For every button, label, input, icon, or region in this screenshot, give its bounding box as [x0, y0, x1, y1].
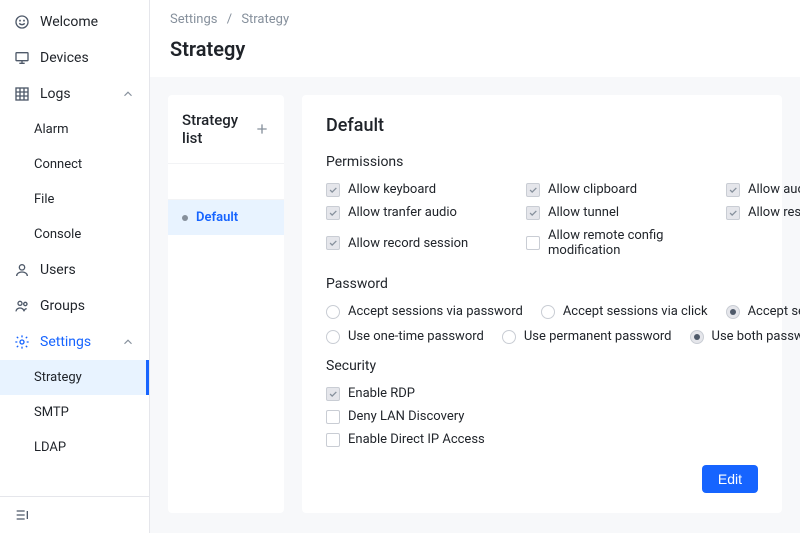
- accept-via-both[interactable]: Accept sessions via both: [726, 304, 800, 319]
- checkbox-icon: [326, 236, 340, 250]
- sec-enable-rdp[interactable]: Enable RDP: [326, 386, 758, 401]
- perm-allow-clipboard[interactable]: Allow clipboard: [526, 182, 706, 197]
- strategy-list-item[interactable]: Default: [168, 200, 284, 235]
- sidebar-item-console[interactable]: Console: [0, 217, 149, 252]
- edit-button[interactable]: Edit: [702, 465, 758, 493]
- sidebar-item-settings[interactable]: Settings: [0, 324, 149, 360]
- checkbox-icon: [326, 183, 340, 197]
- strategy-detail-panel: Default Permissions Allow keyboard Allow…: [302, 95, 782, 513]
- breadcrumb: Settings / Strategy: [150, 0, 800, 27]
- radio-icon: [326, 305, 340, 319]
- accept-via-password[interactable]: Accept sessions via password: [326, 304, 523, 319]
- strategy-list-title: Strategy list: [182, 111, 254, 147]
- radio-icon: [502, 330, 516, 344]
- accept-via-click[interactable]: Accept sessions via click: [541, 304, 708, 319]
- monitor-icon: [14, 50, 30, 66]
- sidebar-label: LDAP: [34, 440, 66, 455]
- checkbox-icon: [526, 206, 540, 220]
- breadcrumb-settings[interactable]: Settings: [170, 12, 217, 27]
- checkbox-icon: [326, 387, 340, 401]
- sidebar-label: SMTP: [34, 405, 69, 420]
- sidebar-label: Settings: [40, 334, 91, 350]
- radio-icon: [690, 330, 704, 344]
- grid-icon: [14, 86, 30, 102]
- collapse-icon: [14, 507, 30, 523]
- sidebar-label: Strategy: [34, 370, 82, 385]
- section-permissions-label: Permissions: [326, 154, 758, 170]
- sidebar-label: Devices: [40, 50, 89, 66]
- radio-icon: [541, 305, 555, 319]
- perm-allow-transfer-audio[interactable]: Allow tranfer audio: [326, 205, 506, 220]
- use-both-passwords[interactable]: Use both passwords: [690, 329, 800, 344]
- gear-icon: [14, 334, 30, 350]
- security-list: Enable RDP Deny LAN Discovery Enable Dir…: [326, 386, 758, 447]
- sidebar-item-alarm[interactable]: Alarm: [0, 112, 149, 147]
- checkbox-icon: [326, 206, 340, 220]
- sidebar-item-smtp[interactable]: SMTP: [0, 395, 149, 430]
- sidebar-label: Console: [34, 227, 81, 242]
- sidebar-item-ldap[interactable]: LDAP: [0, 430, 149, 465]
- main: Settings / Strategy Strategy Strategy li…: [150, 0, 800, 533]
- checkbox-icon: [526, 183, 540, 197]
- permissions-grid: Allow keyboard Allow clipboard Allow aud…: [326, 182, 758, 258]
- perm-allow-remote-config[interactable]: Allow remote config modification: [526, 228, 706, 258]
- users-icon: [14, 298, 30, 314]
- sidebar-item-welcome[interactable]: Welcome: [0, 4, 149, 40]
- chevron-up-icon: [121, 335, 135, 349]
- perm-allow-restart[interactable]: Allow restart: [726, 205, 800, 220]
- checkbox-icon: [526, 236, 540, 250]
- radio-icon: [726, 305, 740, 319]
- strategy-list-spacer: [168, 164, 284, 200]
- section-password-label: Password: [326, 276, 758, 292]
- sidebar-label: Alarm: [34, 122, 69, 137]
- section-security-label: Security: [326, 358, 758, 374]
- smile-icon: [14, 14, 30, 30]
- perm-allow-keyboard[interactable]: Allow keyboard: [326, 182, 506, 197]
- sidebar-collapse[interactable]: [0, 496, 149, 533]
- radio-icon: [326, 330, 340, 344]
- sec-deny-lan[interactable]: Deny LAN Discovery: [326, 409, 758, 424]
- breadcrumb-sep: /: [227, 12, 232, 27]
- status-dot-icon: [182, 215, 188, 221]
- use-permanent-password[interactable]: Use permanent password: [502, 329, 672, 344]
- add-strategy-button[interactable]: [254, 121, 270, 137]
- checkbox-icon: [726, 183, 740, 197]
- sec-direct-ip[interactable]: Enable Direct IP Access: [326, 432, 758, 447]
- password-accept-row: Accept sessions via password Accept sess…: [326, 304, 758, 319]
- checkbox-icon: [326, 410, 340, 424]
- password-use-row: Use one-time password Use permanent pass…: [326, 329, 758, 344]
- perm-allow-tunnel[interactable]: Allow tunnel: [526, 205, 706, 220]
- sidebar-label: Users: [40, 262, 76, 278]
- perm-allow-audio[interactable]: Allow audio: [726, 182, 800, 197]
- sidebar-label: File: [34, 192, 54, 207]
- sidebar-item-file[interactable]: File: [0, 182, 149, 217]
- sidebar-item-strategy[interactable]: Strategy: [0, 360, 149, 395]
- checkbox-icon: [726, 206, 740, 220]
- sidebar-label: Groups: [40, 298, 85, 314]
- perm-allow-record[interactable]: Allow record session: [326, 228, 506, 258]
- strategy-list-panel: Strategy list Default: [168, 95, 284, 513]
- strategy-list-item-label: Default: [196, 210, 238, 225]
- use-onetime-password[interactable]: Use one-time password: [326, 329, 484, 344]
- checkbox-icon: [326, 433, 340, 447]
- sidebar-item-logs[interactable]: Logs: [0, 76, 149, 112]
- sidebar: Welcome Devices Logs Alarm Connect File …: [0, 0, 150, 533]
- sidebar-item-users[interactable]: Users: [0, 252, 149, 288]
- sidebar-item-devices[interactable]: Devices: [0, 40, 149, 76]
- sidebar-label: Welcome: [40, 14, 98, 30]
- sidebar-label: Connect: [34, 157, 82, 172]
- page-title: Strategy: [150, 27, 800, 77]
- breadcrumb-strategy: Strategy: [241, 12, 289, 27]
- chevron-up-icon: [121, 87, 135, 101]
- sidebar-item-groups[interactable]: Groups: [0, 288, 149, 324]
- user-icon: [14, 262, 30, 278]
- sidebar-item-connect[interactable]: Connect: [0, 147, 149, 182]
- sidebar-label: Logs: [40, 86, 71, 102]
- detail-title: Default: [326, 115, 758, 136]
